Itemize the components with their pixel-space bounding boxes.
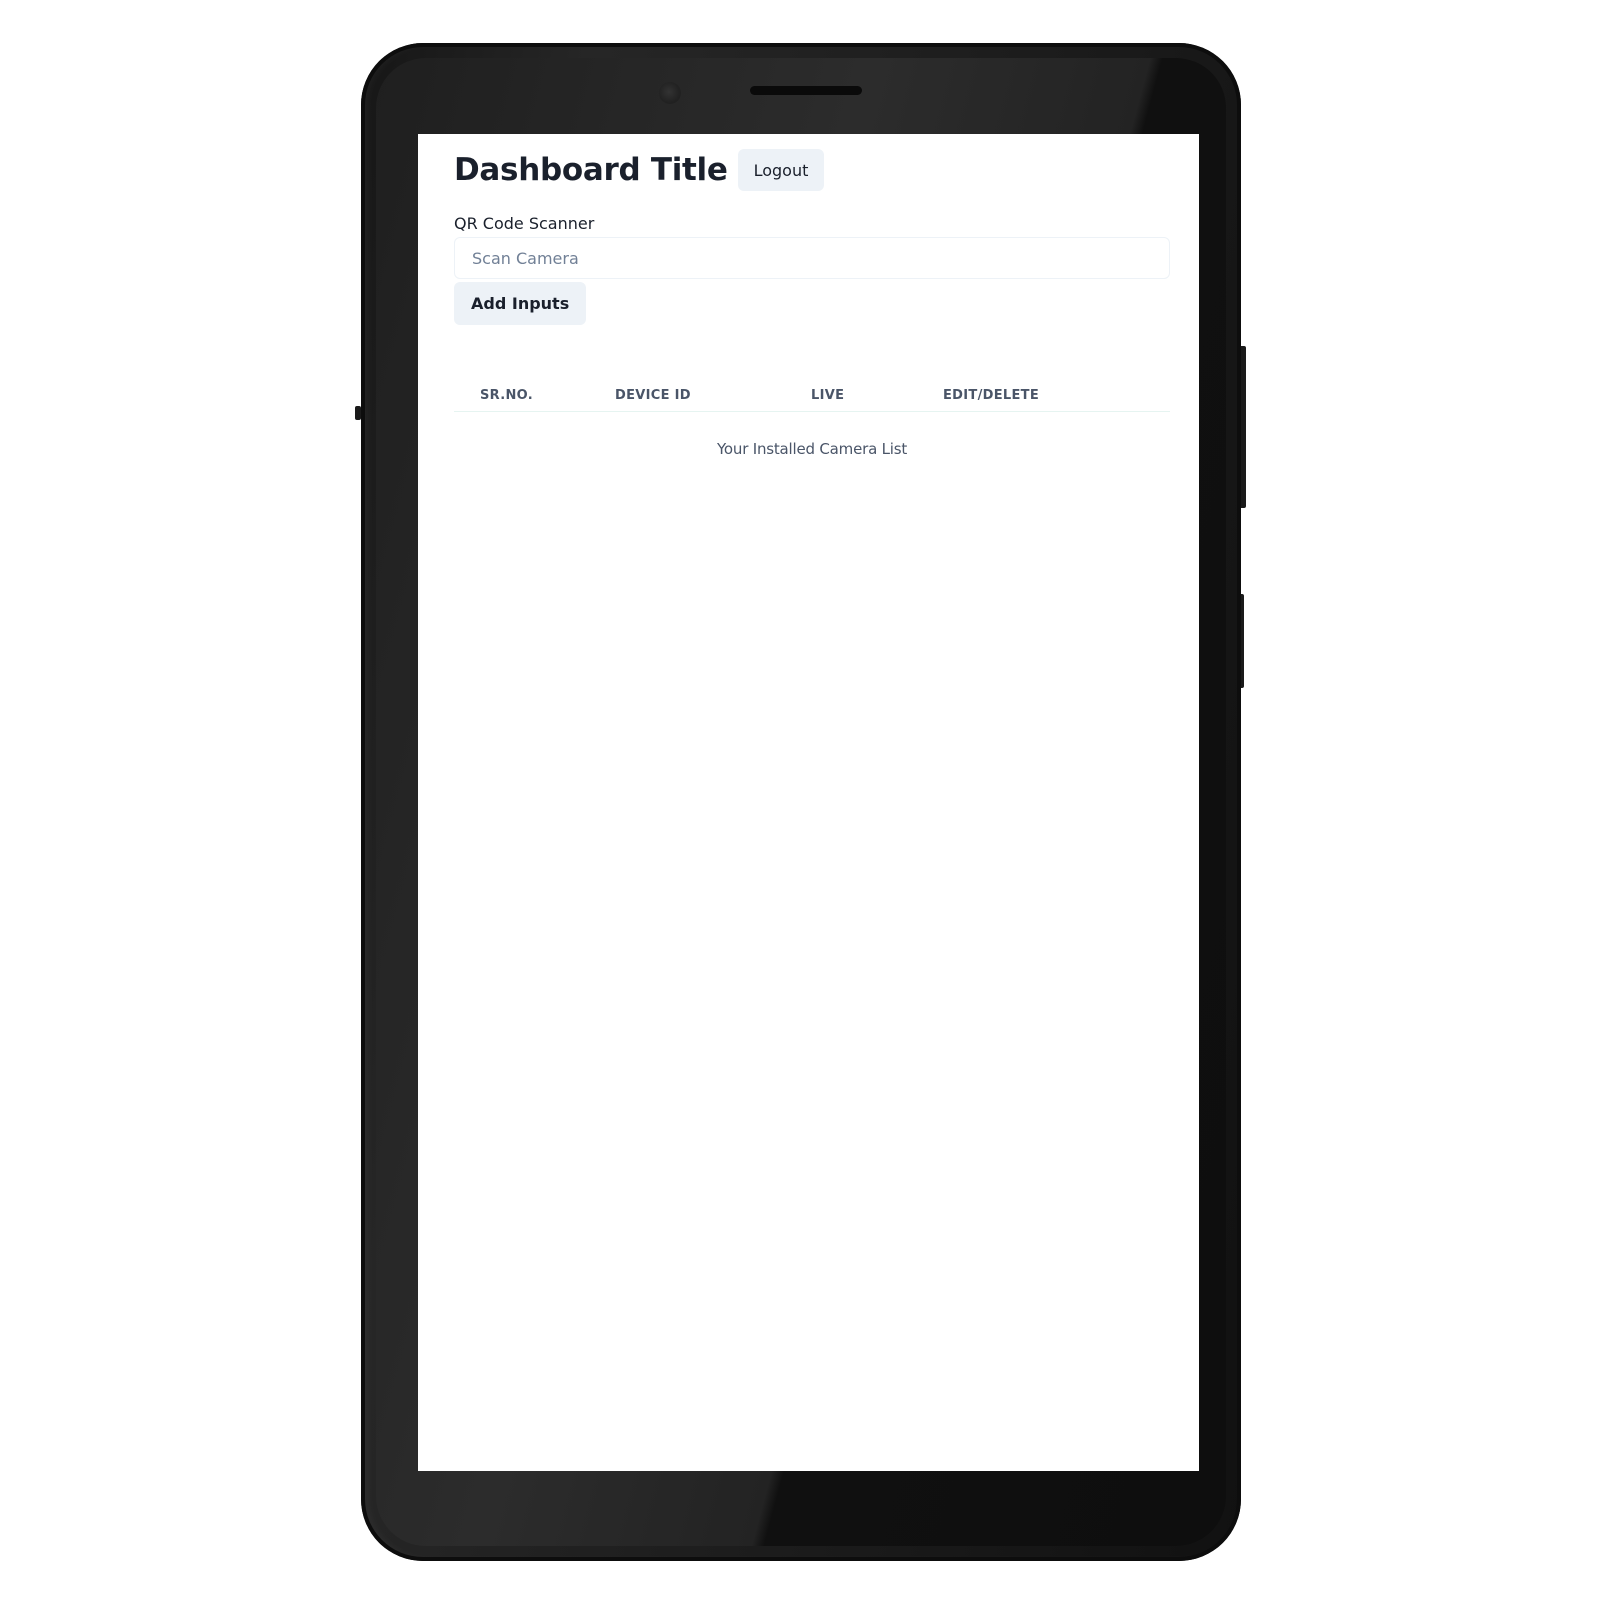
logout-button[interactable]: Logout [737, 149, 825, 191]
header: Dashboard Title Logout [454, 149, 825, 191]
table-header-row: SR.NO. DEVICE ID LIVE EDIT/DELETE [454, 379, 1170, 412]
camera-table: Your Installed Camera List SR.NO. DEVICE… [454, 379, 1170, 458]
speaker-grille [750, 86, 862, 95]
front-camera [659, 82, 681, 104]
column-header-device-id: DEVICE ID [615, 379, 811, 412]
qr-scanner-label: QR Code Scanner [454, 214, 595, 233]
column-header-edit-delete: EDIT/DELETE [943, 379, 1170, 412]
column-header-srno: SR.NO. [454, 379, 615, 412]
app-screen: Dashboard Title Logout QR Code Scanner A… [418, 134, 1199, 1471]
table-caption: Your Installed Camera List [716, 440, 908, 458]
stage: Dashboard Title Logout QR Code Scanner A… [0, 0, 1600, 1600]
page-title: Dashboard Title [454, 152, 728, 188]
column-header-live: LIVE [811, 379, 943, 412]
add-inputs-button[interactable]: Add Inputs [454, 282, 587, 325]
scan-camera-input[interactable] [454, 237, 1170, 279]
